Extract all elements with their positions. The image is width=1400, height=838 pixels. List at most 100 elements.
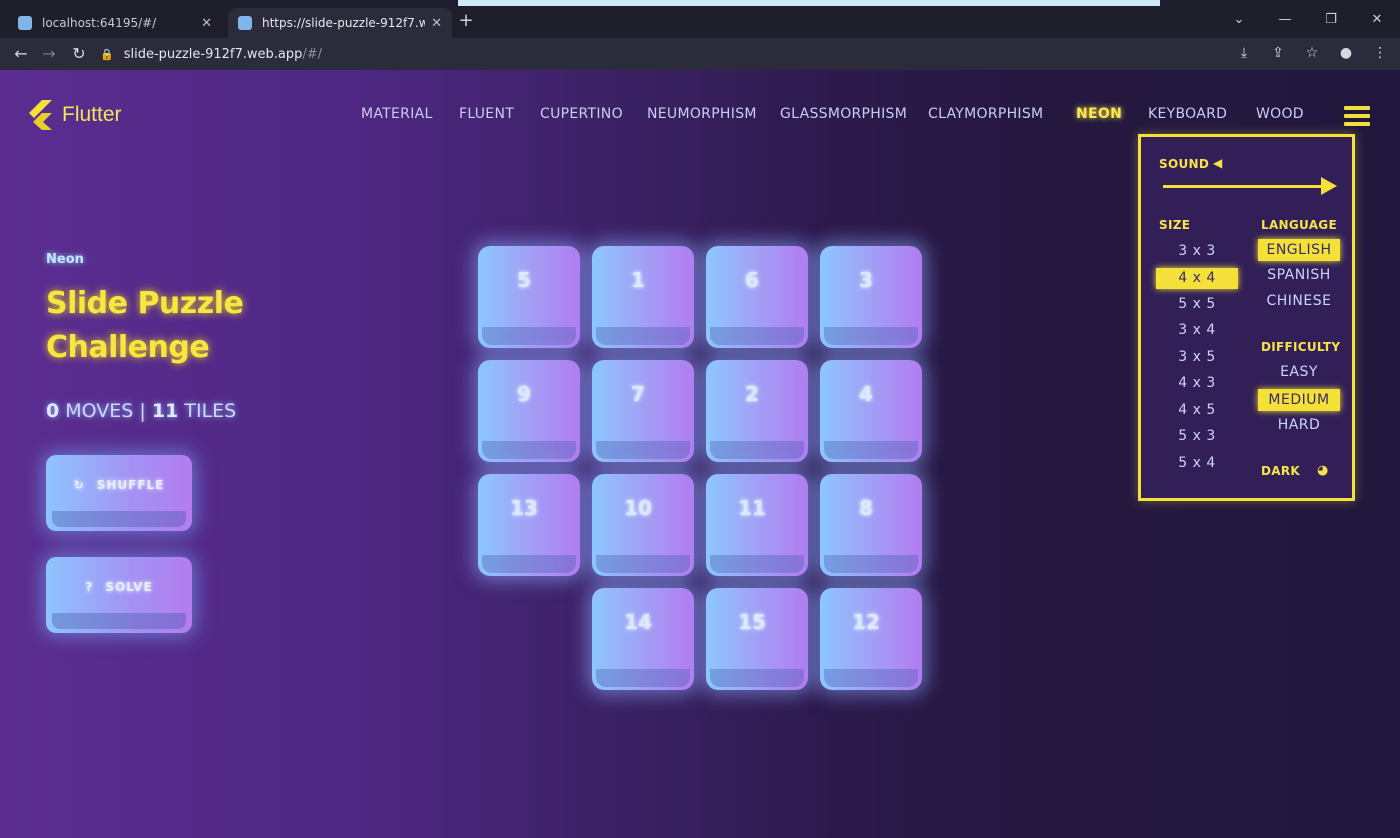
tile-number: 11	[738, 496, 766, 520]
puzzle-tile[interactable]: 2	[706, 360, 808, 462]
reload-icon[interactable]: ↻	[68, 43, 90, 65]
nav-glassmorphism[interactable]: GLASSMORPHISM	[780, 106, 907, 122]
language-label: LANGUAGE	[1261, 218, 1337, 232]
size-option[interactable]: 5 x 5	[1156, 296, 1238, 316]
tab-slide-puzzle[interactable]: https://slide-puzzle-912f7.web.app ✕	[228, 8, 452, 38]
language-option[interactable]: CHINESE	[1258, 293, 1340, 313]
puzzle-tile[interactable]: 11	[706, 474, 808, 576]
tile-number: 12	[852, 610, 880, 634]
tile-number: 6	[745, 268, 759, 292]
tile-number: 2	[745, 382, 759, 406]
stats-separator: |	[139, 400, 146, 422]
difficulty-option-selected[interactable]: MEDIUM	[1258, 389, 1340, 411]
back-icon[interactable]: ←	[10, 43, 32, 65]
nav-fluent[interactable]: FLUENT	[459, 106, 514, 122]
puzzle-tile[interactable]: 13	[478, 474, 580, 576]
restore-icon[interactable]: ❐	[1308, 0, 1354, 38]
size-option[interactable]: 5 x 4	[1156, 455, 1238, 475]
tile-number: 10	[624, 496, 652, 520]
new-tab-icon[interactable]: +	[455, 10, 477, 31]
size-option[interactable]: 5 x 3	[1156, 428, 1238, 448]
tiles-label: TILES	[184, 400, 237, 422]
puzzle-tile[interactable]: 12	[820, 588, 922, 690]
install-icon[interactable]: ⤓	[1234, 42, 1254, 64]
settings-panel: SOUND ◀ SIZE 3 x 3 4 x 4 5 x 5 3 x 4 3 x…	[1138, 134, 1355, 501]
puzzle-tile[interactable]: 15	[706, 588, 808, 690]
dark-mode-label: DARK	[1261, 464, 1300, 478]
address-bar[interactable]: 🔒 slide-puzzle-912f7.web.app/#/	[100, 41, 1230, 67]
puzzle-tile[interactable]: 9	[478, 360, 580, 462]
browser-toolbar: ← → ↻ 🔒 slide-puzzle-912f7.web.app/#/ ⤓ …	[0, 38, 1400, 70]
tile-number: 9	[517, 382, 531, 406]
puzzle-tile[interactable]: 7	[592, 360, 694, 462]
shuffle-button[interactable]: ↻ SHUFFLE	[46, 455, 192, 531]
tab-title: https://slide-puzzle-912f7.web.app	[262, 16, 426, 30]
size-option[interactable]: 4 x 5	[1156, 402, 1238, 422]
hamburger-menu-icon[interactable]	[1344, 106, 1370, 126]
puzzle-tile[interactable]: 3	[820, 246, 922, 348]
tab-localhost[interactable]: localhost:64195/#/ ✕	[8, 8, 222, 38]
size-option[interactable]: 3 x 3	[1156, 243, 1238, 263]
page-title: Slide Puzzle Challenge	[46, 286, 244, 365]
minimize-icon[interactable]: —	[1262, 0, 1308, 38]
solve-label: SOLVE	[105, 580, 153, 594]
puzzle-tile[interactable]: 4	[820, 360, 922, 462]
size-option[interactable]: 4 x 3	[1156, 375, 1238, 395]
forward-icon[interactable]: →	[38, 43, 60, 65]
nav-claymorphism[interactable]: CLAYMORPHISM	[928, 106, 1043, 122]
tile-number: 13	[510, 496, 538, 520]
tile-number: 7	[631, 382, 645, 406]
size-option[interactable]: 3 x 4	[1156, 322, 1238, 342]
nav-keyboard[interactable]: KEYBOARD	[1148, 106, 1227, 122]
nav-cupertino[interactable]: CUPERTINO	[540, 106, 623, 122]
window-controls: ⌄ — ❐ ✕	[1216, 0, 1400, 38]
puzzle-tile[interactable]: 10	[592, 474, 694, 576]
volume-slider-handle[interactable]	[1321, 177, 1337, 195]
puzzle-tile[interactable]: 8	[820, 474, 922, 576]
tile-number: 5	[517, 268, 531, 292]
profile-icon[interactable]: ●	[1336, 42, 1356, 64]
moon-icon[interactable]: ◕	[1317, 463, 1329, 478]
difficulty-option[interactable]: HARD	[1258, 417, 1340, 437]
close-icon[interactable]: ✕	[1354, 0, 1400, 38]
moves-count: 0	[46, 400, 60, 422]
tab-close-icon[interactable]: ✕	[431, 16, 442, 31]
language-option-selected[interactable]: ENGLISH	[1258, 239, 1340, 261]
chevron-down-icon[interactable]: ⌄	[1216, 0, 1262, 38]
solve-button[interactable]: ? SOLVE	[46, 557, 192, 633]
nav-neumorphism[interactable]: NEUMORPHISM	[647, 106, 757, 122]
nav-neon[interactable]: NEON	[1076, 106, 1122, 122]
lock-icon: 🔒	[100, 47, 114, 61]
theme-nav: MATERIAL FLUENT CUPERTINO NEUMORPHISM GL…	[0, 106, 1400, 126]
difficulty-option[interactable]: EASY	[1258, 364, 1340, 384]
move-counter: 0 MOVES | 11 TILES	[46, 400, 236, 422]
nav-material[interactable]: MATERIAL	[361, 106, 433, 122]
volume-slider[interactable]	[1163, 185, 1329, 188]
puzzle-tile[interactable]: 1	[592, 246, 694, 348]
tile-number: 15	[738, 610, 766, 634]
puzzle-tile[interactable]: 5	[478, 246, 580, 348]
language-option[interactable]: SPANISH	[1258, 267, 1340, 287]
speaker-icon[interactable]: ◀	[1213, 156, 1223, 170]
url-path: /#/	[302, 46, 323, 62]
difficulty-label: DIFFICULTY	[1261, 340, 1341, 354]
puzzle-tile[interactable]: 14	[592, 588, 694, 690]
favicon-icon	[238, 16, 252, 30]
star-icon[interactable]: ☆	[1302, 42, 1322, 64]
puzzle-tile[interactable]: 6	[706, 246, 808, 348]
tab-strip-accent	[458, 0, 1160, 6]
size-option[interactable]: 3 x 5	[1156, 349, 1238, 369]
tile-number: 14	[624, 610, 652, 634]
sound-label: SOUND	[1159, 157, 1210, 171]
tile-number: 1	[631, 268, 645, 292]
share-icon[interactable]: ⇪	[1268, 42, 1288, 64]
size-option-selected[interactable]: 4 x 4	[1156, 268, 1238, 289]
tab-close-icon[interactable]: ✕	[201, 16, 212, 31]
nav-wood[interactable]: WOOD	[1256, 106, 1304, 122]
shuffle-icon: ↻	[73, 478, 85, 492]
more-icon[interactable]: ⋮	[1370, 42, 1390, 64]
favicon-icon	[18, 16, 32, 30]
toolbar-icons: ⤓ ⇪ ☆ ● ⋮	[1234, 42, 1390, 64]
tiles-count: 11	[151, 400, 179, 422]
url-host: slide-puzzle-912f7.web.app	[123, 46, 303, 62]
